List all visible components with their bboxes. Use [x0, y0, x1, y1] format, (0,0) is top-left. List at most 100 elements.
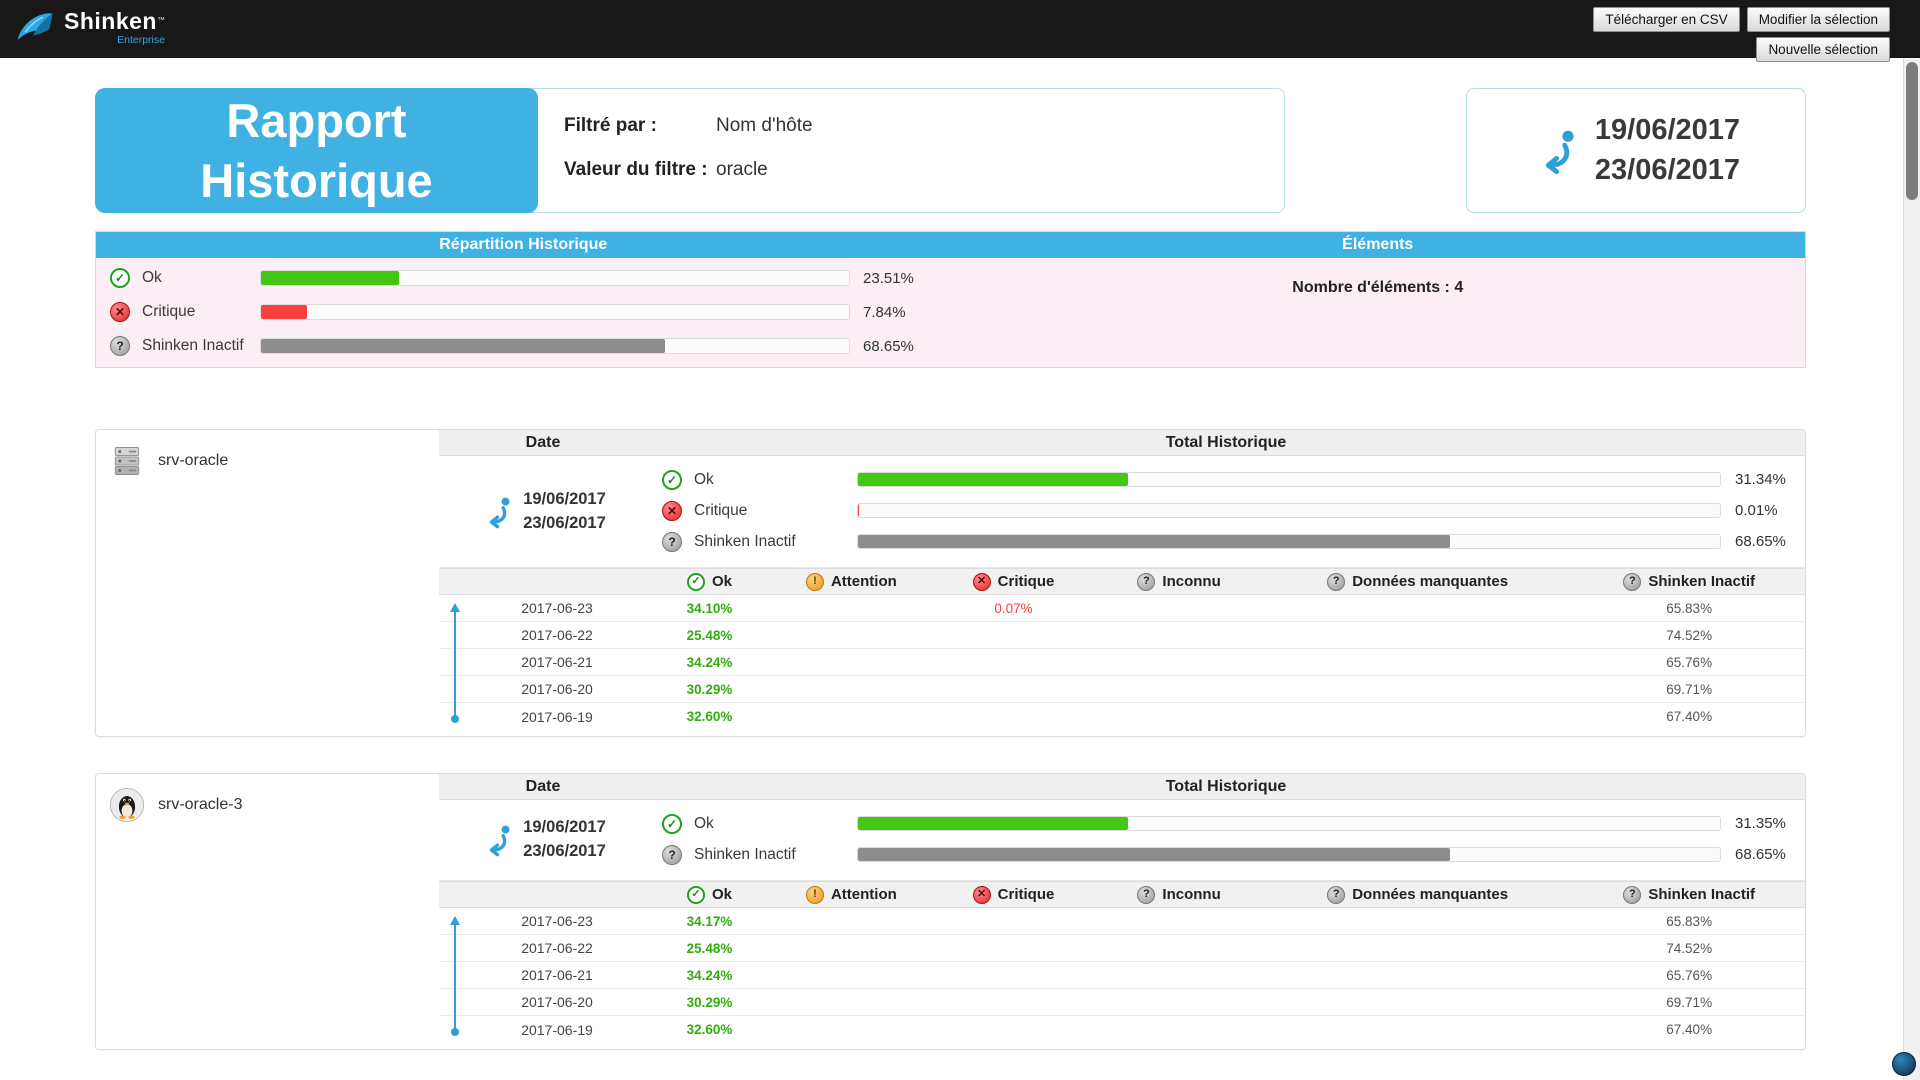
host-linux-icon [109, 787, 145, 823]
value-inactive: 69.71% [1573, 995, 1805, 1010]
total-row: ?Shinken Inactif68.65% [647, 526, 1805, 557]
report-title: Rapport Historique [95, 88, 538, 213]
scrollbar-thumb[interactable] [1906, 62, 1918, 200]
row-values: 34.24%65.76% [647, 962, 1805, 988]
period-dates: 19/06/2017 23/06/2017 [1595, 111, 1740, 189]
host-name: srv-oracle-3 [158, 796, 242, 814]
unknown-icon: ? [1327, 573, 1345, 591]
column-header-inactive: ?Shinken Inactif [1573, 882, 1805, 907]
summary-header: Répartition Historique Éléments [96, 232, 1805, 258]
value-inactive: 65.83% [1573, 601, 1805, 616]
row-date: 2017-06-21 [439, 967, 647, 983]
status-columns: ✓Ok!Attention✕Critique?Inconnu?Données m… [647, 882, 1805, 907]
progress-bar-track [260, 270, 850, 286]
modify-selection-button[interactable]: Modifier la sélection [1747, 7, 1890, 32]
unknown-icon: ? [1137, 573, 1155, 591]
ok-icon: ✓ [110, 268, 130, 288]
status-columns-header: ✓Ok!Attention✕Critique?Inconnu?Données m… [439, 568, 1805, 595]
row-values: 34.10%0.07%65.83% [647, 595, 1805, 621]
progress-bar-fill [261, 305, 307, 319]
row-date: 2017-06-22 [439, 940, 647, 956]
daily-row: 2017-06-2334.10%0.07%65.83% [439, 595, 1805, 622]
progress-bar-track [857, 816, 1721, 831]
column-label: Inconnu [1162, 573, 1220, 590]
daily-rows: 2017-06-2334.10%0.07%65.83%2017-06-2225.… [439, 595, 1805, 730]
daily-row: 2017-06-2030.29% 69.71% [439, 989, 1805, 1016]
progress-bar-track [857, 847, 1721, 862]
status-label: Critique [142, 303, 260, 321]
value-ok: 30.29% [647, 682, 772, 697]
column-label: Ok [712, 573, 732, 590]
ok-icon: ✓ [687, 886, 705, 904]
shinken-logo[interactable]: Shinken™ Enterprise [12, 6, 165, 50]
period-end-date: 23/06/2017 [1595, 151, 1740, 190]
row-values: 32.60%67.40% [647, 1016, 1805, 1043]
summary-row: ✕Critique7.84% [96, 295, 951, 329]
row-date: 2017-06-20 [439, 994, 647, 1010]
column-header-warn: !Attention [772, 569, 931, 594]
column-header-missing: ?Données manquantes [1262, 882, 1574, 907]
host-table: DateTotal Historique19/06/201723/06/2017… [439, 430, 1805, 736]
report-title-line2: Historique [200, 151, 432, 210]
percent-value: 31.34% [1721, 471, 1805, 488]
period-cell: 19/06/201723/06/2017 [439, 800, 647, 880]
column-label: Attention [831, 886, 897, 903]
total-row: ✕Critique0.01% [647, 495, 1805, 526]
progress-bar-fill [858, 473, 1128, 486]
column-header-ok: ✓Ok [647, 882, 772, 907]
progress-bar-fill [858, 848, 1450, 861]
period-start-date: 19/06/2017 [523, 488, 606, 512]
inactive-icon: ? [662, 845, 682, 865]
host-cards: srv-oracleDateTotal Historique19/06/2017… [95, 429, 1806, 1050]
floating-shinken-widget[interactable] [1892, 1052, 1916, 1076]
table-header-row: DateTotal Historique [439, 774, 1805, 800]
filter-value-label: Valeur du filtre : [564, 159, 716, 181]
new-selection-button[interactable]: Nouvelle sélection [1756, 37, 1890, 62]
value-ok: 30.29% [647, 995, 772, 1010]
download-csv-button[interactable]: Télécharger en CSV [1593, 7, 1739, 32]
row-date: 2017-06-23 [439, 913, 647, 929]
daily-row: 2017-06-1932.60%67.40% [439, 703, 1805, 730]
percent-value: 0.01% [1721, 502, 1805, 519]
column-label: Données manquantes [1352, 886, 1508, 903]
period-arrow-icon [480, 495, 514, 529]
host-name: srv-oracle [158, 452, 228, 470]
date-column-header: Date [439, 430, 647, 455]
timeline-arrow [454, 920, 456, 1032]
total-column-header: Total Historique [647, 774, 1805, 799]
brand-name: Shinken [64, 8, 157, 34]
brand-subtitle: Enterprise [64, 35, 165, 46]
daily-row: 2017-06-2030.29%69.71% [439, 676, 1805, 703]
period-cell: 19/06/201723/06/2017 [439, 456, 647, 567]
status-label: Shinken Inactif [142, 337, 260, 355]
progress-bar-track [857, 503, 1721, 518]
value-inactive: 74.52% [1573, 941, 1805, 956]
vertical-scrollbar[interactable] [1903, 0, 1920, 1080]
logo-text: Shinken™ Enterprise [64, 10, 165, 46]
critical-icon: ✕ [973, 886, 991, 904]
daily-row: 2017-06-2225.48% 74.52% [439, 935, 1805, 962]
column-label: Critique [998, 573, 1055, 590]
critical-icon: ✕ [973, 573, 991, 591]
column-label: Shinken Inactif [1648, 573, 1755, 590]
percent-value: 7.84% [863, 304, 906, 321]
period-selector[interactable]: 19/06/2017 23/06/2017 [1466, 88, 1806, 213]
totals-section: 19/06/201723/06/2017✓Ok31.34%✕Critique0.… [439, 456, 1805, 568]
warning-icon: ! [806, 573, 824, 591]
column-label: Données manquantes [1352, 573, 1508, 590]
value-ok: 34.10% [647, 601, 772, 616]
summary-panel: Répartition Historique Éléments ✓Ok23.51… [95, 231, 1806, 368]
status-columns-header: ✓Ok!Attention✕Critique?Inconnu?Données m… [439, 881, 1805, 908]
period-dates: 19/06/201723/06/2017 [523, 816, 606, 864]
summary-header-elements: Éléments [951, 232, 1806, 258]
row-date: 2017-06-22 [439, 627, 647, 643]
summary-header-repartition: Répartition Historique [96, 232, 951, 258]
status-label: Shinken Inactif [694, 533, 857, 551]
value-inactive: 67.40% [1573, 709, 1805, 724]
value-ok: 25.48% [647, 941, 772, 956]
unknown-icon: ? [1137, 886, 1155, 904]
progress-bar-track [857, 472, 1721, 487]
value-ok: 34.24% [647, 655, 772, 670]
host-info: srv-oracle [96, 430, 439, 479]
ok-icon: ✓ [662, 814, 682, 834]
